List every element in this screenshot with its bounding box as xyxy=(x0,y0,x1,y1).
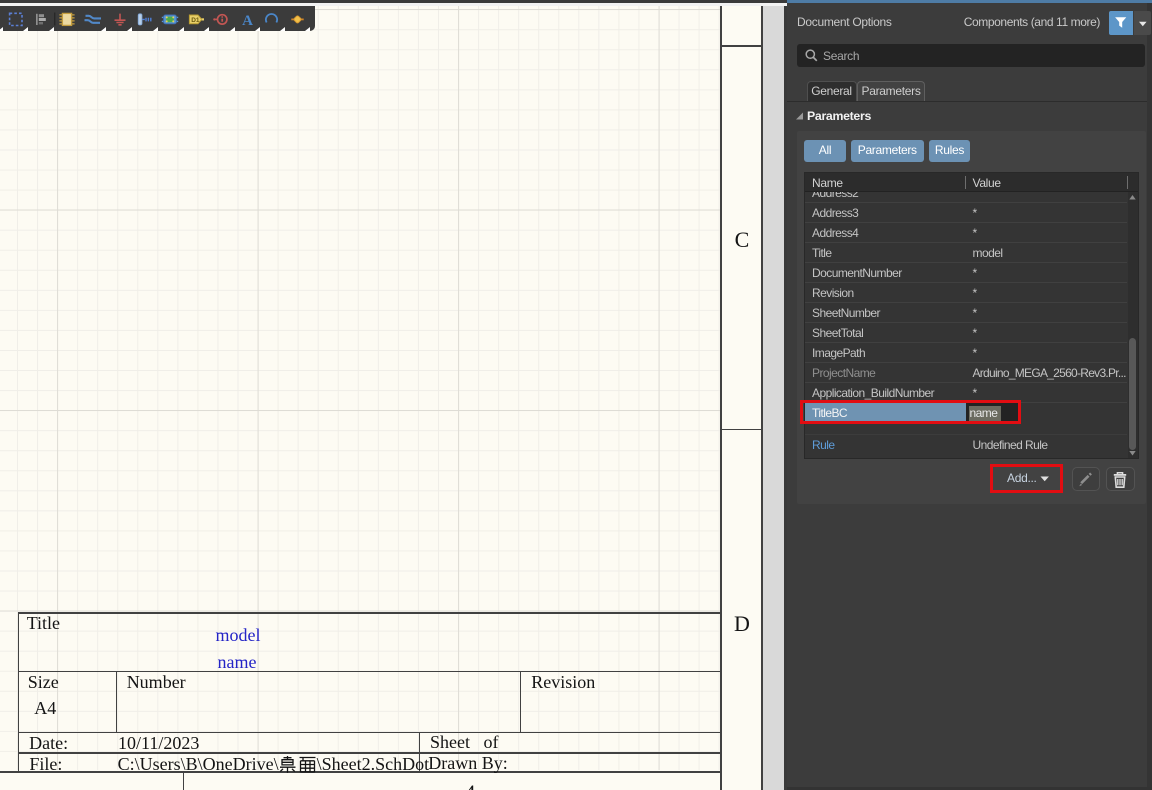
svg-text:D1: D1 xyxy=(191,17,200,24)
svg-text:A: A xyxy=(242,13,253,29)
